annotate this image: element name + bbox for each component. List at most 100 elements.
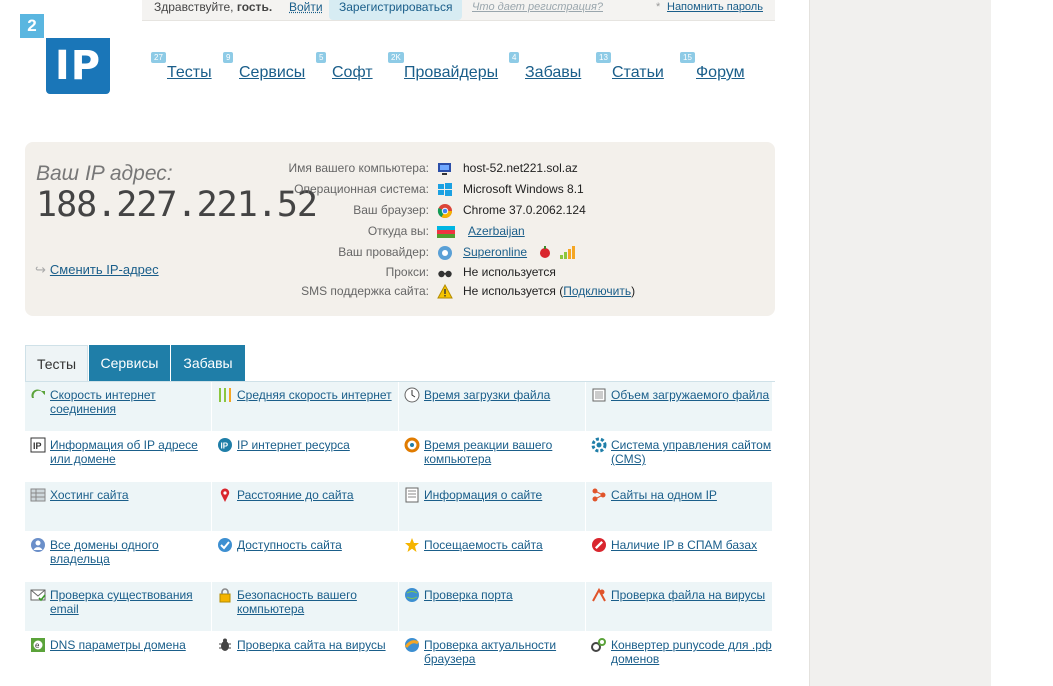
info-label: Операционная система: xyxy=(294,182,429,196)
tool-item[interactable]: Система управления сайтом (CMS) xyxy=(586,432,772,481)
warning-icon xyxy=(437,284,453,300)
tool-item[interactable]: Проверка сайта на вирусы xyxy=(212,632,398,681)
logo[interactable]: IP xyxy=(46,38,110,94)
tool-item[interactable]: Безопасность вашего компьютера xyxy=(212,582,398,631)
clock-icon xyxy=(404,387,420,403)
tab-fun[interactable]: Забавы xyxy=(171,345,245,381)
asterisk-icon: * xyxy=(656,1,661,13)
nav-label[interactable]: Сервисы xyxy=(239,64,305,82)
info-row-os: Операционная система: Microsoft Windows … xyxy=(25,179,775,199)
tool-item[interactable]: Расстояние до сайта xyxy=(212,482,398,531)
info-label: SMS поддержка сайта: xyxy=(301,284,429,298)
connect-sms-link[interactable]: Подключить xyxy=(563,284,631,298)
remind-password-link[interactable]: Напомнить пароль xyxy=(667,0,763,15)
register-button[interactable]: Зарегистрироваться xyxy=(329,0,463,20)
tool-item[interactable]: Скорость интернет соединения xyxy=(25,382,211,431)
server-icon xyxy=(30,487,46,503)
logo-badge[interactable]: 2 xyxy=(20,14,44,38)
tool-item[interactable]: Информация о сайте xyxy=(399,482,585,531)
info-label: Ваш провайдер: xyxy=(338,245,429,259)
chrome-icon xyxy=(437,203,453,219)
tool-item[interactable]: Конвертер punycode для .рф доменов xyxy=(586,632,772,681)
tab-services[interactable]: Сервисы xyxy=(89,345,170,381)
right-margin xyxy=(991,0,1053,686)
tool-item[interactable]: Проверка существования email xyxy=(25,582,211,631)
info-value: host-52.net221.sol.az xyxy=(463,161,578,175)
tool-item[interactable]: Проверка файла на вирусы xyxy=(586,582,772,631)
document-icon xyxy=(404,487,420,503)
tool-item[interactable]: Хостинг сайта xyxy=(25,482,211,531)
nav-count: 5 xyxy=(316,52,327,63)
login-link[interactable]: Войти xyxy=(289,0,323,15)
windows-icon xyxy=(437,182,453,198)
tool-item[interactable]: Объем загружаемого файла xyxy=(586,382,772,431)
info-row-provider: Ваш провайдер: Superonline xyxy=(25,242,775,262)
lock-icon xyxy=(217,587,233,603)
info-label: Прокси: xyxy=(385,265,429,279)
flag-icon xyxy=(437,224,455,240)
bars-icon xyxy=(217,387,233,403)
svg-text:IP: IP xyxy=(221,442,229,451)
tool-item[interactable]: IP IP интернет ресурса xyxy=(212,432,398,481)
tool-item[interactable]: IP Информация об IP адресе или домене xyxy=(25,432,211,481)
svg-text:IP: IP xyxy=(33,441,42,451)
network-icon xyxy=(591,487,607,503)
tool-item[interactable]: Проверка порта xyxy=(399,582,585,631)
tool-item[interactable]: Время реакции вашего компьютера xyxy=(399,432,585,481)
provider-icon xyxy=(437,245,453,261)
nav-label[interactable]: Софт xyxy=(332,64,373,82)
speed-arrow-icon xyxy=(30,387,46,403)
ip-icon: IP xyxy=(30,437,46,453)
nav-label[interactable]: Форум xyxy=(696,64,745,82)
ip-info-panel: Ваш IP адрес: 188.227.221.52 ↪ Сменить IP… xyxy=(25,142,775,316)
nav-label[interactable]: Статьи xyxy=(612,64,664,82)
owner-icon xyxy=(30,537,46,553)
refresh-icon xyxy=(404,437,420,453)
info-row-country: Откуда вы: Azerbaijan xyxy=(25,221,775,241)
nav-count: 27 xyxy=(151,52,166,63)
globe-check-icon xyxy=(217,537,233,553)
tool-item[interactable]: Сайты на одном IP xyxy=(586,482,772,531)
country-link[interactable]: Azerbaijan xyxy=(468,224,525,238)
bug-icon xyxy=(217,637,233,653)
dns-icon: e xyxy=(30,637,46,653)
tool-item[interactable]: Все домены одного владельца xyxy=(25,532,211,581)
glasses-icon xyxy=(437,265,453,281)
nav-label[interactable]: Забавы xyxy=(525,64,581,82)
pepper-icon[interactable] xyxy=(538,245,552,259)
tool-item[interactable]: Проверка актуальности браузера xyxy=(399,632,585,681)
right-sidebar xyxy=(809,0,992,686)
nav-count: 13 xyxy=(596,52,611,63)
map-pin-icon xyxy=(217,487,233,503)
gear-icon xyxy=(591,437,607,453)
browser-icon xyxy=(404,637,420,653)
info-label: Откуда вы: xyxy=(367,224,429,238)
info-value: Не используется xyxy=(463,265,556,279)
signal-bars-icon[interactable] xyxy=(559,245,576,259)
file-size-icon xyxy=(591,387,607,403)
info-value[interactable]: Superonline xyxy=(463,245,576,259)
virus-file-icon xyxy=(591,587,607,603)
provider-link[interactable]: Superonline xyxy=(463,245,527,259)
info-value: Chrome 37.0.2062.124 xyxy=(463,203,586,217)
ip-round-icon: IP xyxy=(217,437,233,453)
info-value: Microsoft Windows 8.1 xyxy=(463,182,584,196)
nav-label[interactable]: Тесты xyxy=(167,64,212,82)
nav-label[interactable]: Провайдеры xyxy=(404,64,498,82)
nav-count: 9 xyxy=(223,52,234,63)
mail-icon xyxy=(30,587,46,603)
tool-item[interactable]: Доступность сайта xyxy=(212,532,398,581)
info-value[interactable]: Azerbaijan xyxy=(468,224,525,238)
tool-item[interactable]: Время загрузки файла xyxy=(399,382,585,431)
tool-item[interactable]: Средняя скорость интернет xyxy=(212,382,398,431)
port-globe-icon xyxy=(404,587,420,603)
nav-count: 15 xyxy=(680,52,695,63)
converter-icon xyxy=(591,637,607,653)
tool-item[interactable]: Наличие IP в СПАМ базах xyxy=(586,532,772,581)
tab-tests[interactable]: Тесты xyxy=(25,345,88,381)
info-row-computer: Имя вашего компьютера: host-52.net221.so… xyxy=(25,158,775,178)
tool-item[interactable]: e DNS параметры домена xyxy=(25,632,211,681)
tool-item[interactable]: Посещаемость сайта xyxy=(399,532,585,581)
register-why-link[interactable]: Что дает регистрация? xyxy=(472,0,603,15)
info-value: Не используется (Подключить) xyxy=(463,284,636,298)
